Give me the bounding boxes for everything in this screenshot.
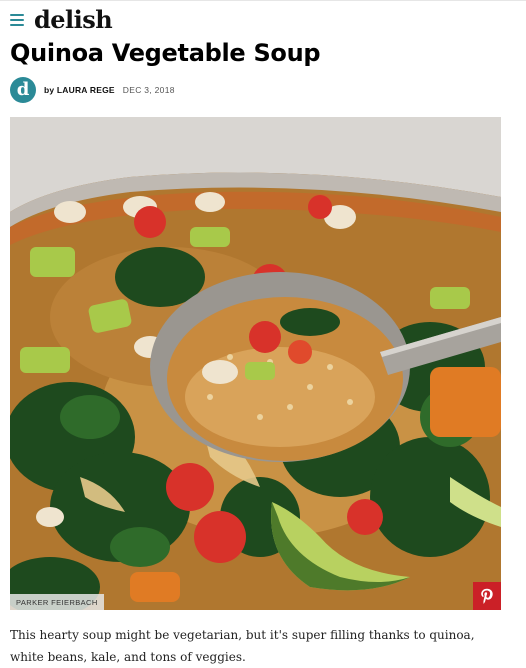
photo-credit: PARKER FEIERBACH — [10, 594, 104, 610]
author-name[interactable]: LAURA REGE — [57, 85, 115, 95]
article-title: Quinoa Vegetable Soup — [10, 39, 321, 67]
soup-photo — [10, 117, 501, 610]
author-avatar[interactable]: d — [10, 77, 36, 103]
byline: d by LAURA REGE DEC 3, 2018 — [10, 77, 175, 103]
pinterest-icon — [481, 588, 493, 604]
by-prefix: by — [44, 85, 55, 95]
author-byline[interactable]: by LAURA REGE — [44, 85, 115, 95]
article-intro: This hearty soup might be vegetarian, bu… — [10, 628, 475, 664]
pinterest-save-button[interactable] — [473, 582, 501, 610]
publish-date: DEC 3, 2018 — [122, 85, 175, 95]
hero-image: PARKER FEIERBACH — [10, 117, 501, 610]
hamburger-menu-icon[interactable] — [10, 14, 24, 26]
site-logo[interactable]: delish — [34, 6, 113, 34]
site-header: delish — [0, 0, 526, 39]
